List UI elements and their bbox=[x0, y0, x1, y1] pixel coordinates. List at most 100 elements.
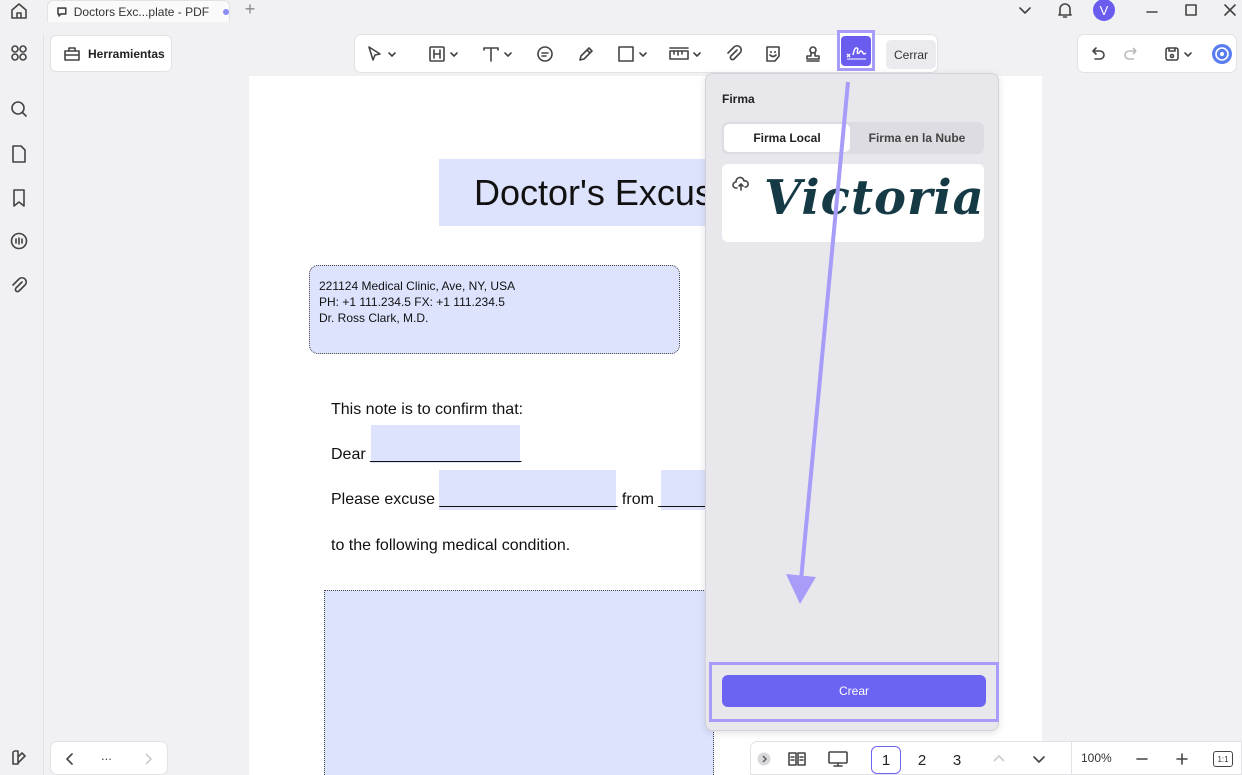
chevron-left-icon[interactable] bbox=[63, 752, 77, 766]
sticker-icon bbox=[766, 46, 780, 62]
maximize-button[interactable] bbox=[1179, 0, 1203, 20]
unsaved-dot bbox=[223, 8, 229, 15]
bookmark-icon bbox=[13, 189, 25, 207]
text-icon bbox=[483, 47, 499, 62]
new-tab-button[interactable]: + bbox=[240, 0, 260, 20]
zoom-level[interactable]: 100% bbox=[1081, 751, 1112, 765]
highlight-icon bbox=[429, 46, 445, 62]
more-button[interactable]: ... bbox=[101, 748, 112, 763]
cloud-upload-icon bbox=[732, 176, 749, 191]
maximize-icon bbox=[1185, 4, 1197, 16]
paperclip-icon bbox=[727, 44, 743, 61]
close-tool-button[interactable]: Cerrar bbox=[886, 40, 936, 69]
chevron-down-icon bbox=[450, 52, 458, 57]
comment-tool[interactable] bbox=[535, 41, 555, 67]
create-button[interactable]: Crear bbox=[722, 675, 986, 707]
presentation-icon[interactable] bbox=[827, 750, 849, 768]
toolbox-icon bbox=[64, 46, 80, 61]
comments-button[interactable] bbox=[8, 230, 30, 252]
tools-button[interactable]: Herramientas bbox=[50, 35, 172, 72]
chevron-right-icon[interactable] bbox=[141, 752, 155, 766]
tab-local-signature[interactable]: Firma Local bbox=[724, 124, 850, 152]
select-tool[interactable] bbox=[365, 41, 397, 67]
dear-line: Dear _________________ bbox=[331, 446, 522, 463]
bookmarks-button[interactable] bbox=[8, 187, 30, 209]
page-icon bbox=[12, 145, 26, 163]
attachment-tool[interactable] bbox=[724, 41, 744, 67]
document-tab-title: Doctors Exc...plate - PDF bbox=[73, 4, 210, 19]
notifications-button[interactable] bbox=[1053, 0, 1077, 20]
undo-button[interactable] bbox=[1088, 41, 1106, 67]
comments-icon bbox=[10, 232, 28, 250]
theme-icon bbox=[12, 750, 26, 765]
clinic-info-box[interactable]: 221124 Medical Clinic, Ave, NY, USA PH: … bbox=[309, 265, 680, 354]
condition-line: to the following medical condition. bbox=[331, 537, 571, 554]
page-2-button[interactable]: 2 bbox=[907, 746, 937, 774]
search-button[interactable] bbox=[8, 98, 30, 120]
home-button[interactable] bbox=[6, 0, 32, 22]
minimize-icon bbox=[1146, 11, 1158, 13]
signature-preview: Victoria bbox=[764, 170, 985, 226]
zoom-in-icon[interactable] bbox=[1175, 752, 1189, 766]
document-tab[interactable]: Doctors Exc...plate - PDF bbox=[47, 0, 230, 22]
left-sidebar bbox=[0, 34, 44, 775]
close-window-button[interactable] bbox=[1218, 0, 1242, 20]
highlight-tool[interactable] bbox=[427, 41, 459, 67]
pages-button[interactable] bbox=[8, 143, 30, 165]
rectangle-icon bbox=[618, 46, 634, 62]
bell-icon bbox=[1058, 3, 1072, 18]
pencil-tool[interactable] bbox=[576, 41, 596, 67]
attachments-button[interactable] bbox=[8, 275, 30, 297]
measure-tool[interactable] bbox=[668, 41, 702, 67]
signature-card[interactable]: Victoria bbox=[722, 164, 984, 242]
confirm-line: This note is to confirm that: bbox=[331, 401, 524, 418]
annotation-toolbar: Cerrar bbox=[354, 30, 938, 73]
paperclip-icon bbox=[12, 276, 28, 293]
home-icon bbox=[11, 3, 27, 19]
avatar[interactable]: V bbox=[1093, 0, 1115, 21]
divider bbox=[1071, 742, 1072, 775]
tab-cloud-signature[interactable]: Firma en la Nube bbox=[852, 124, 982, 152]
save-button[interactable] bbox=[1163, 41, 1193, 67]
stamp-tool[interactable] bbox=[803, 41, 823, 67]
page-1-button[interactable]: 1 bbox=[871, 746, 901, 774]
save-icon bbox=[1165, 47, 1179, 61]
dropdown-button[interactable] bbox=[1013, 0, 1037, 20]
signature-tool[interactable] bbox=[837, 30, 875, 71]
comment-icon bbox=[537, 46, 553, 62]
theme-button[interactable] bbox=[8, 747, 30, 769]
stamp-icon bbox=[806, 46, 820, 62]
page-3-button[interactable]: 3 bbox=[942, 746, 972, 774]
document-title: Doctor's Excus bbox=[474, 172, 713, 213]
condition-field[interactable] bbox=[324, 590, 714, 775]
create-highlight: Crear bbox=[709, 662, 999, 722]
signature-icon bbox=[846, 46, 867, 60]
undo-icon bbox=[1092, 47, 1105, 60]
reading-mode-icon[interactable] bbox=[787, 750, 807, 768]
minimize-button[interactable] bbox=[1140, 0, 1164, 20]
pencil-icon bbox=[579, 47, 593, 61]
chevron-down-icon bbox=[1184, 52, 1192, 57]
expand-icon[interactable] bbox=[757, 752, 771, 766]
chevron-up-icon[interactable] bbox=[992, 752, 1006, 766]
chevron-down-icon bbox=[504, 52, 512, 57]
sticker-tool[interactable] bbox=[763, 41, 783, 67]
ai-assistant-button[interactable] bbox=[1211, 41, 1233, 67]
shape-tool[interactable] bbox=[616, 41, 648, 67]
search-icon bbox=[11, 101, 27, 117]
chevron-down-icon[interactable] bbox=[1032, 752, 1046, 766]
chevron-down-icon bbox=[1019, 7, 1031, 14]
zoom-out-icon[interactable] bbox=[1135, 752, 1149, 766]
clinic-address: 221124 Medical Clinic, Ave, NY, USA bbox=[319, 279, 516, 293]
text-tool[interactable] bbox=[481, 41, 513, 67]
redo-button[interactable] bbox=[1123, 41, 1141, 67]
clinic-doctor: Dr. Ross Clark, M.D. bbox=[319, 311, 429, 325]
ai-assistant-icon bbox=[1212, 44, 1232, 64]
apps-button[interactable] bbox=[8, 42, 30, 64]
history-toolbar bbox=[1077, 34, 1237, 73]
ruler-icon bbox=[669, 47, 689, 60]
page-nav-pill: ... bbox=[50, 741, 168, 775]
actual-size-button[interactable]: 1:1 bbox=[1213, 751, 1233, 767]
chevron-down-icon bbox=[639, 52, 647, 57]
chevron-down-icon bbox=[388, 52, 396, 57]
